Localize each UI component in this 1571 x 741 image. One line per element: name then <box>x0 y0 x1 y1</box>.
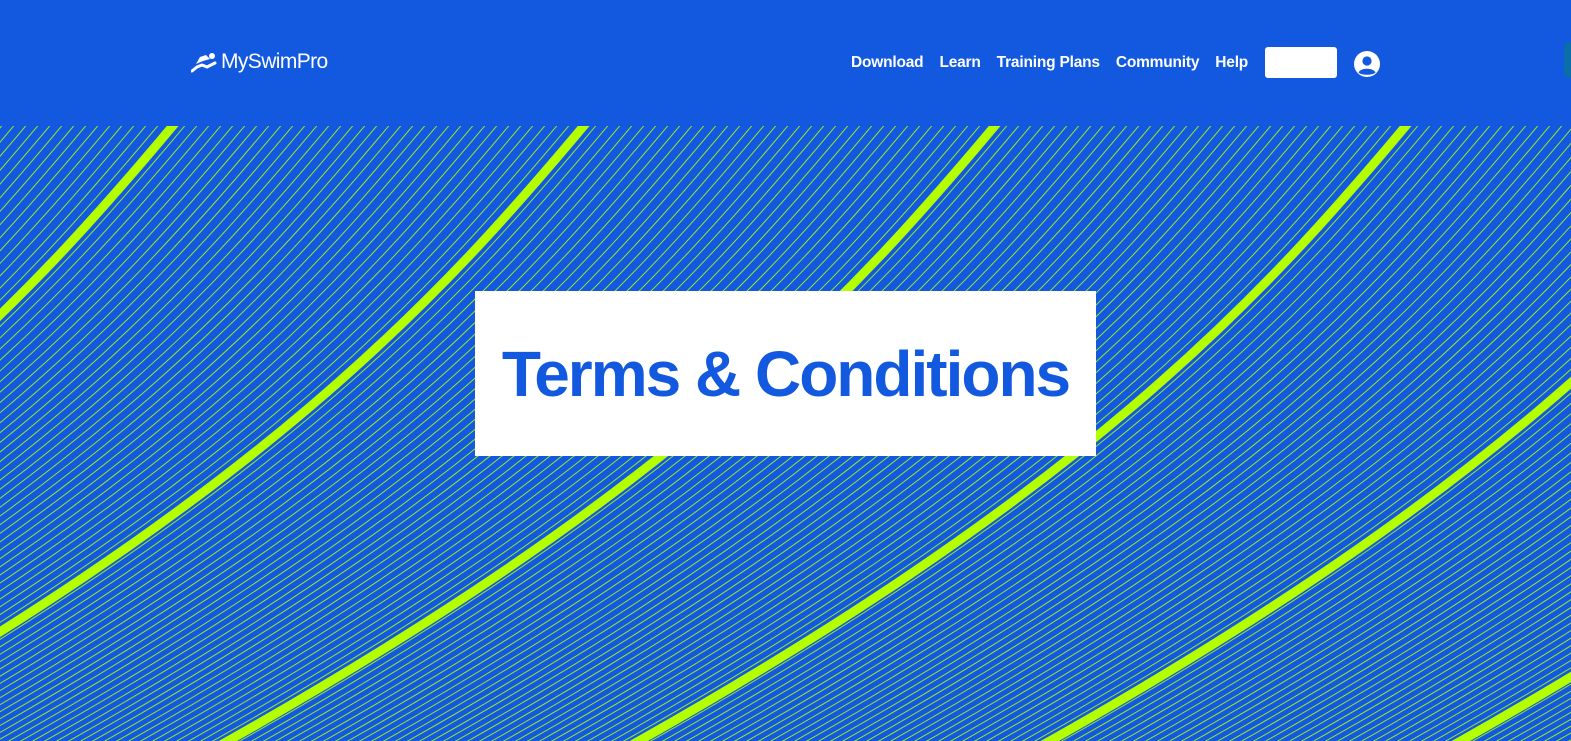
wave-thin-line <box>1408 645 1571 741</box>
swimmer-logo-icon <box>191 51 217 73</box>
wave-thin-line <box>0 126 234 372</box>
nav-community[interactable]: Community <box>1116 54 1200 72</box>
wave-thin-line <box>1276 558 1571 741</box>
wave-thin-line <box>1360 614 1571 741</box>
signup-button[interactable]: SIGN UP <box>1265 47 1338 78</box>
wave-thin-line <box>0 126 378 490</box>
nav-download[interactable]: Download <box>851 54 924 72</box>
wave-thin-line <box>0 126 198 339</box>
nav-help[interactable]: Help <box>1215 54 1248 72</box>
wave-thin-line <box>0 126 330 453</box>
wave-thin-line <box>1348 606 1571 741</box>
wave-thin-line <box>1108 432 1571 741</box>
logo-text: MySwimPro <box>221 50 328 73</box>
wave-thin-line <box>1156 471 1571 741</box>
side-tab-handle[interactable] <box>1564 42 1571 78</box>
main-nav: Download Learn Training Plans Community … <box>851 47 1353 78</box>
logo-link[interactable]: MySwimPro <box>191 50 328 74</box>
wave-thin-line <box>0 126 474 560</box>
wave-thin-line <box>0 126 282 414</box>
wave-thick-line <box>0 126 179 322</box>
wave-thin-line <box>0 126 414 517</box>
wave-thin-line <box>0 126 27 158</box>
nav-learn[interactable]: Learn <box>939 54 980 72</box>
user-account-icon[interactable] <box>1354 51 1380 77</box>
wave-thin-line <box>1432 659 1571 741</box>
wave-thin-line <box>0 126 402 508</box>
wave-thin-line <box>1072 402 1571 741</box>
wave-thin-line <box>1288 566 1571 741</box>
wave-thin-line <box>0 126 123 265</box>
title-card: Terms & Conditions <box>475 291 1096 456</box>
wave-thin-line <box>1084 412 1571 741</box>
wave-thin-line <box>0 126 522 592</box>
site-header: MySwimPro Download Learn Training Plans … <box>0 0 1571 126</box>
nav-training-plans[interactable]: Training Plans <box>997 54 1100 72</box>
page-title: Terms & Conditions <box>501 337 1071 410</box>
wave-thin-line <box>1471 683 1571 741</box>
wave-thin-line <box>1444 667 1571 741</box>
